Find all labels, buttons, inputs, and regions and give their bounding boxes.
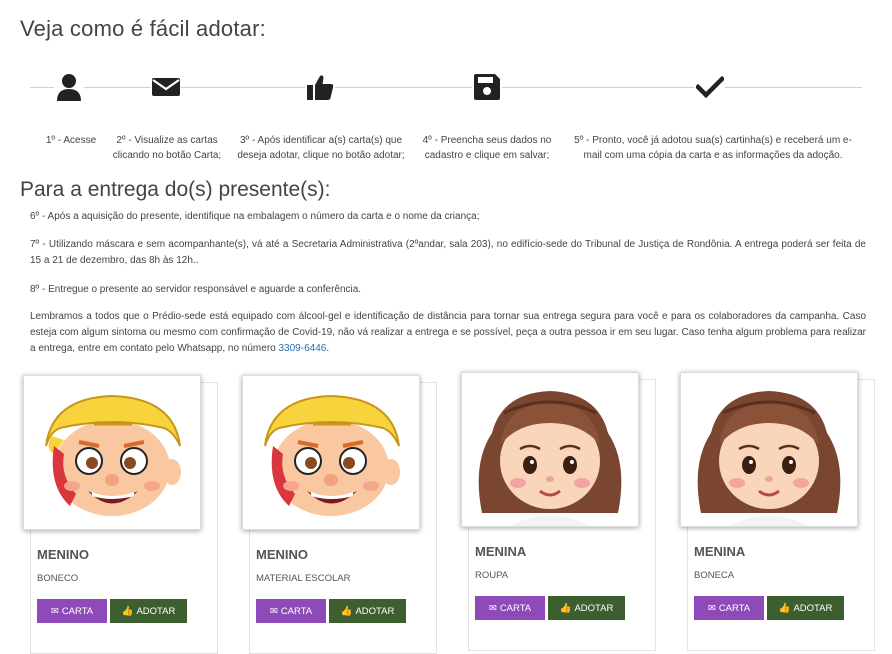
envelope-icon: ✉ [50,605,59,617]
step-4-text: 4º - Preencha seus dados no cadastro e cl… [422,135,552,161]
card-item: BONECO [37,573,79,584]
card-item: ROUPA [475,570,509,581]
adotar-button[interactable]: 👍 ADOTAR [548,596,625,620]
adotar-label: ADOTAR [574,602,614,614]
envelope-icon: ✉ [707,602,716,614]
boy-avatar [23,375,201,530]
step-3-text: 3º - Após identificar a(s) carta(s) que d… [237,135,405,161]
child-card: MENINA ROUPA ✉ CARTA 👍 ADOTAR [461,372,656,651]
checkmark-icon [695,72,725,102]
carta-button[interactable]: ✉ CARTA [37,599,107,623]
boy-avatar [242,375,420,530]
thumbs-up-icon: 👍 [340,605,353,617]
adotar-button[interactable]: 👍 ADOTAR [767,596,844,620]
child-card: MENINO MATERIAL ESCOLAR ✉ CARTA 👍 ADOTAR [242,375,437,654]
carta-label: CARTA [718,602,751,614]
carta-button[interactable]: ✉ CARTA [694,596,764,620]
card-type: MENINA [475,544,527,559]
step-2-text: 2º - Visualize as cartas clicando no botã… [112,135,222,161]
step-5-text: 5º - Pronto, você já adotou sua(s) carti… [574,135,852,161]
adotar-label: ADOTAR [136,605,176,617]
step-1-text: 1º - Acesse [45,135,97,146]
thumbs-up-icon: 👍 [778,602,791,614]
whatsapp-phone-link[interactable]: 3309-6446 [279,343,327,354]
adotar-button[interactable]: 👍 ADOTAR [110,599,187,623]
card-type: MENINO [256,547,308,562]
girl-avatar [680,372,858,527]
carta-label: CARTA [61,605,94,617]
child-card: MENINA BONECA ✉ CARTA 👍 ADOTAR [680,372,875,651]
delivery-notice: Lembramos a todos que o Prédio-sede está… [30,309,866,357]
child-card: MENINO BONECO ✉ CARTA 👍 ADOTAR [23,375,218,654]
card-item: BONECA [694,570,735,581]
notice-end: . [326,343,330,354]
envelope-icon: ✉ [488,602,497,614]
user-icon [54,72,84,102]
girl-avatar [461,372,639,527]
thumbs-up-icon [305,72,335,102]
card-type: MENINA [694,544,746,559]
card-type: MENINO [37,547,89,562]
delivery-step-8: 8º - Entregue o presente ao servidor res… [30,284,362,295]
page-title: Veja como é fácil adotar: [20,16,266,41]
card-item: MATERIAL ESCOLAR [256,573,351,584]
delivery-step-7: 7º - Utilizando máscara e sem acompanhan… [30,239,866,266]
delivery-step-6: 6º - Após a aquisição do presente, ident… [30,211,480,222]
carta-label: CARTA [280,605,313,617]
delivery-title: Para a entrega do(s) presente(s): [20,178,331,201]
notice-text: Lembramos a todos que o Prédio-sede está… [30,311,866,354]
carta-label: CARTA [499,602,532,614]
adotar-label: ADOTAR [793,602,833,614]
adotar-button[interactable]: 👍 ADOTAR [329,599,406,623]
adotar-label: ADOTAR [355,605,395,617]
thumbs-up-icon: 👍 [559,602,572,614]
envelope-icon [151,72,181,102]
envelope-icon: ✉ [269,605,278,617]
carta-button[interactable]: ✉ CARTA [475,596,545,620]
carta-button[interactable]: ✉ CARTA [256,599,326,623]
thumbs-up-icon: 👍 [121,605,134,617]
floppy-disk-icon [472,72,502,102]
